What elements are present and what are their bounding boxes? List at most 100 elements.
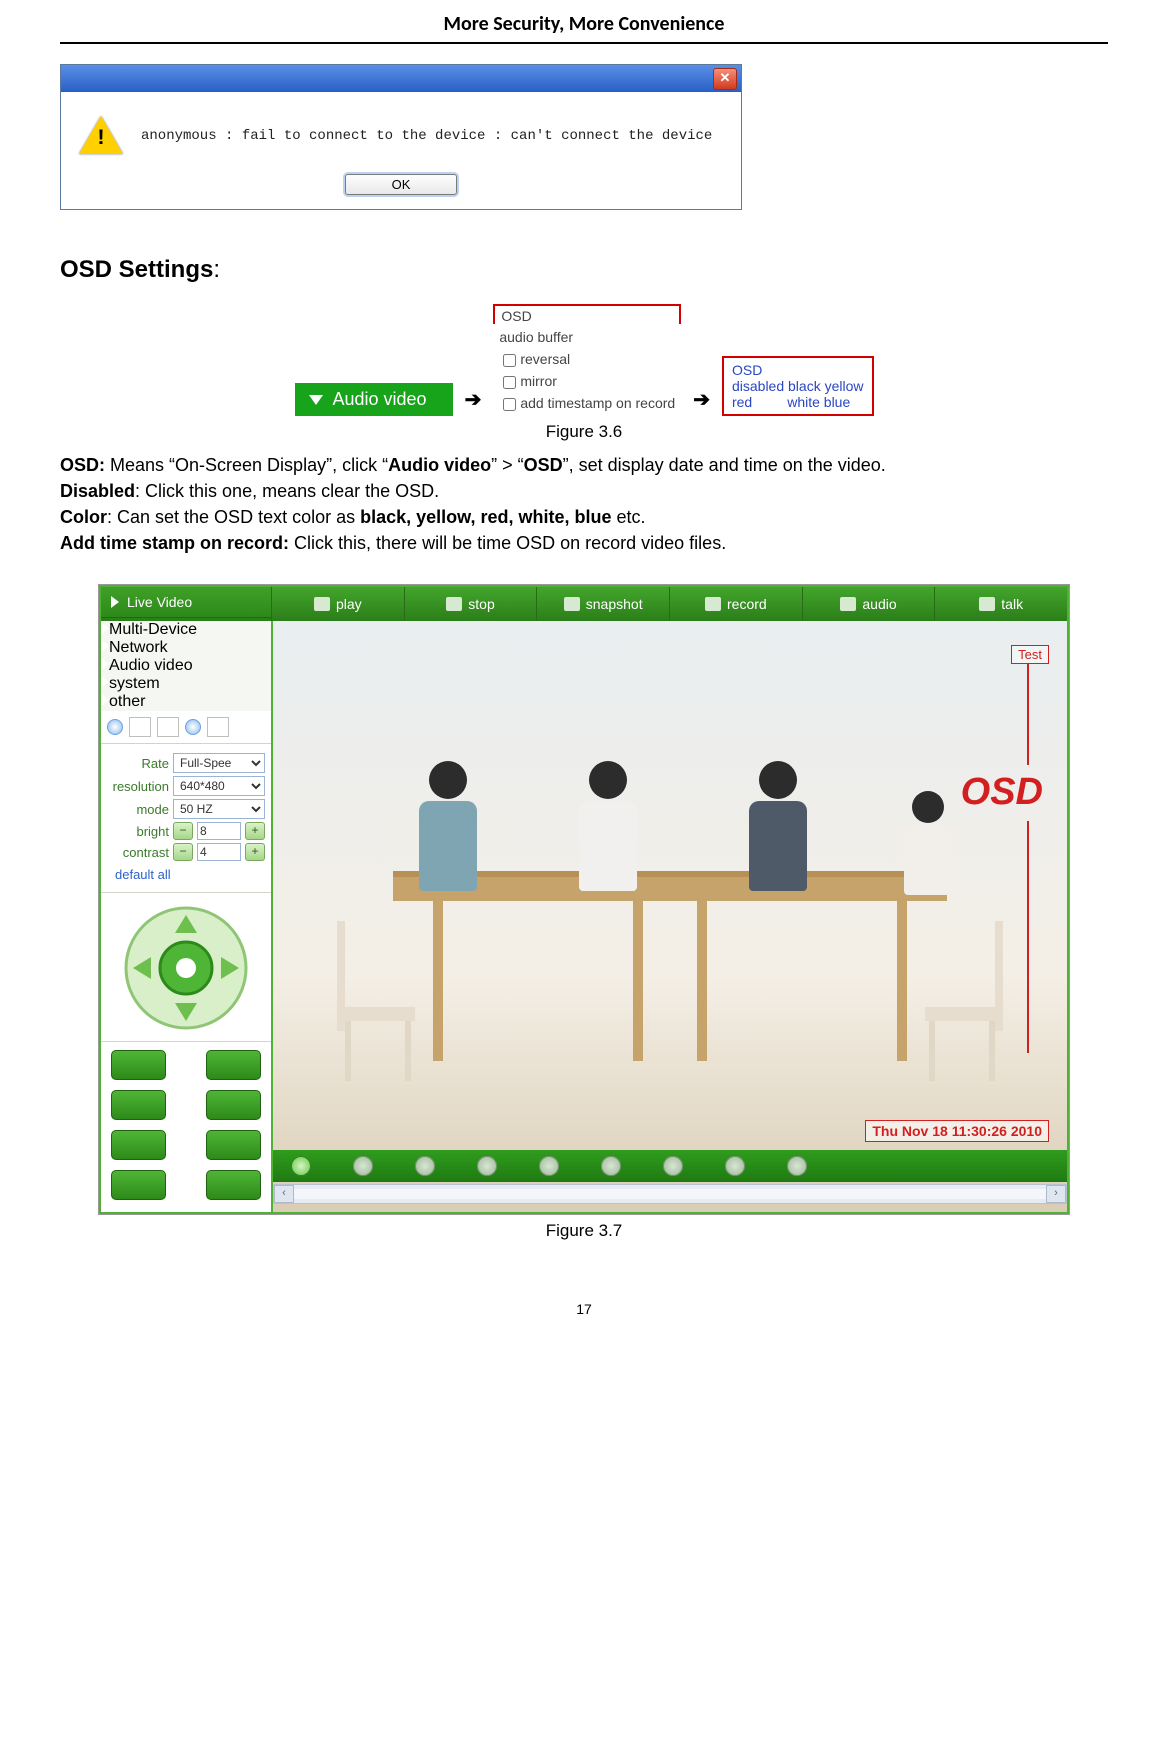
sidebar-item-live-video[interactable]: Live Video — [101, 587, 271, 618]
camera-icon — [564, 597, 580, 611]
contrast-plus[interactable]: + — [245, 843, 265, 861]
layout-radio[interactable] — [185, 719, 201, 735]
channel-9[interactable] — [787, 1156, 807, 1176]
ok-button[interactable]: OK — [345, 174, 457, 195]
aux-button-3[interactable] — [111, 1090, 166, 1120]
bright-minus[interactable]: − — [173, 822, 193, 840]
para-disabled: Disabled: Click this one, means clear th… — [60, 478, 1108, 504]
mic-icon — [979, 597, 995, 611]
contrast-label: contrast — [107, 845, 169, 860]
horizontal-scrollbar[interactable]: ‹ › — [273, 1184, 1067, 1204]
record-icon — [705, 597, 721, 611]
left-panel: Multi-Device Network Audio video system … — [101, 621, 273, 1212]
page-header: More Security, More Convenience — [60, 0, 1108, 42]
sidebar-item-multi-device[interactable]: Multi-Device — [101, 621, 271, 639]
talk-button[interactable]: talk — [934, 587, 1067, 621]
rate-select[interactable]: Full-Spee — [173, 753, 265, 773]
rate-label: Rate — [107, 756, 169, 771]
dialog-message: anonymous : fail to connect to the devic… — [141, 128, 712, 144]
audio-video-button[interactable]: Audio video — [295, 383, 453, 416]
chevron-right-icon — [101, 622, 109, 634]
bright-input[interactable] — [197, 822, 241, 840]
chevron-right-icon — [101, 640, 109, 652]
resolution-label: resolution — [107, 779, 169, 794]
scroll-right-icon[interactable]: › — [1046, 1185, 1066, 1203]
chevron-right-icon — [101, 676, 109, 688]
submenu-mirror[interactable]: mirror — [499, 370, 675, 392]
channel-8[interactable] — [725, 1156, 745, 1176]
record-button[interactable]: record — [669, 587, 802, 621]
mode-select[interactable]: 50 HZ — [173, 799, 265, 819]
submenu-osd[interactable]: OSD — [493, 304, 681, 324]
layout-single[interactable] — [107, 719, 123, 735]
sidebar-item-system[interactable]: system — [101, 675, 271, 693]
audio-video-submenu: OSD audio buffer reversal mirror add tim… — [493, 304, 681, 416]
video-area: Test OSD Thu Nov 18 11:30:26 2010 — [273, 621, 1067, 1212]
arrow-right-icon: ➔ — [461, 387, 486, 416]
bright-label: bright — [107, 824, 169, 839]
sidebar-item-network[interactable]: Network — [101, 639, 271, 657]
channel-strip — [273, 1150, 1067, 1182]
audio-button[interactable]: audio — [802, 587, 935, 621]
arrow-right-icon: ➔ — [689, 387, 714, 416]
contrast-minus[interactable]: − — [173, 843, 193, 861]
channel-1[interactable] — [291, 1156, 311, 1176]
channel-3[interactable] — [415, 1156, 435, 1176]
header-rule — [60, 42, 1108, 44]
contrast-input[interactable] — [197, 843, 241, 861]
aux-button-1[interactable] — [111, 1050, 166, 1080]
default-all-link[interactable]: default all — [115, 867, 265, 882]
resolution-select[interactable]: 640*480 — [173, 776, 265, 796]
chevron-down-icon — [309, 395, 323, 405]
para-osd: OSD: Means “On-Screen Display”, click “A… — [60, 452, 1108, 478]
headphones-icon — [840, 597, 856, 611]
chevron-right-icon — [111, 596, 119, 608]
aux-button-7[interactable] — [111, 1170, 166, 1200]
chevron-right-icon — [101, 658, 109, 670]
warning-icon: ! — [79, 114, 123, 158]
play-icon — [314, 597, 330, 611]
sidebar-item-other[interactable]: other — [101, 693, 271, 711]
top-toolbar: Live Video play stop snapshot record aud… — [101, 587, 1067, 621]
ptz-control[interactable] — [101, 893, 271, 1042]
aux-button-2[interactable] — [206, 1050, 261, 1080]
osd-annotation: OSD — [961, 771, 1043, 814]
aux-button-5[interactable] — [111, 1130, 166, 1160]
channel-7[interactable] — [663, 1156, 683, 1176]
bright-plus[interactable]: + — [245, 822, 265, 840]
dialog-titlebar: ✕ — [61, 65, 741, 92]
aux-button-8[interactable] — [206, 1170, 261, 1200]
submenu-timestamp[interactable]: add timestamp on record — [499, 392, 675, 414]
channel-6[interactable] — [601, 1156, 621, 1176]
view-layout-row — [101, 711, 271, 744]
page-number: 17 — [60, 1301, 1108, 1317]
mode-label: mode — [107, 802, 169, 817]
osd-color-popup[interactable]: OSD disabled black yellow red white blue — [722, 356, 874, 416]
layout-1x1[interactable] — [129, 717, 151, 737]
figure-3-6-caption: Figure 3.6 — [60, 422, 1108, 442]
sidebar-item-audio-video[interactable]: Audio video — [101, 657, 271, 675]
section-heading: OSD Settings: — [60, 256, 1108, 284]
submenu-audio-buffer[interactable]: audio buffer — [499, 326, 675, 348]
osd-test-badge: Test — [1011, 645, 1049, 664]
error-dialog: ✕ ! anonymous : fail to connect to the d… — [60, 64, 742, 210]
figure-3-7-caption: Figure 3.7 — [60, 1221, 1108, 1241]
camera-web-ui: Live Video play stop snapshot record aud… — [98, 584, 1070, 1215]
submenu-reversal[interactable]: reversal — [499, 348, 675, 370]
para-color: Color: Can set the OSD text color as bla… — [60, 504, 1108, 530]
snapshot-button[interactable]: snapshot — [536, 587, 669, 621]
stop-button[interactable]: stop — [404, 587, 537, 621]
channel-5[interactable] — [539, 1156, 559, 1176]
layout-3x3[interactable] — [207, 717, 229, 737]
play-button[interactable]: play — [271, 587, 404, 621]
channel-4[interactable] — [477, 1156, 497, 1176]
close-icon[interactable]: ✕ — [713, 68, 737, 90]
layout-2x2[interactable] — [157, 717, 179, 737]
aux-button-4[interactable] — [206, 1090, 261, 1120]
aux-button-grid — [101, 1042, 271, 1212]
stop-icon — [446, 597, 462, 611]
channel-2[interactable] — [353, 1156, 373, 1176]
aux-button-6[interactable] — [206, 1130, 261, 1160]
scroll-left-icon[interactable]: ‹ — [274, 1185, 294, 1203]
para-timestamp: Add time stamp on record: Click this, th… — [60, 530, 1108, 556]
